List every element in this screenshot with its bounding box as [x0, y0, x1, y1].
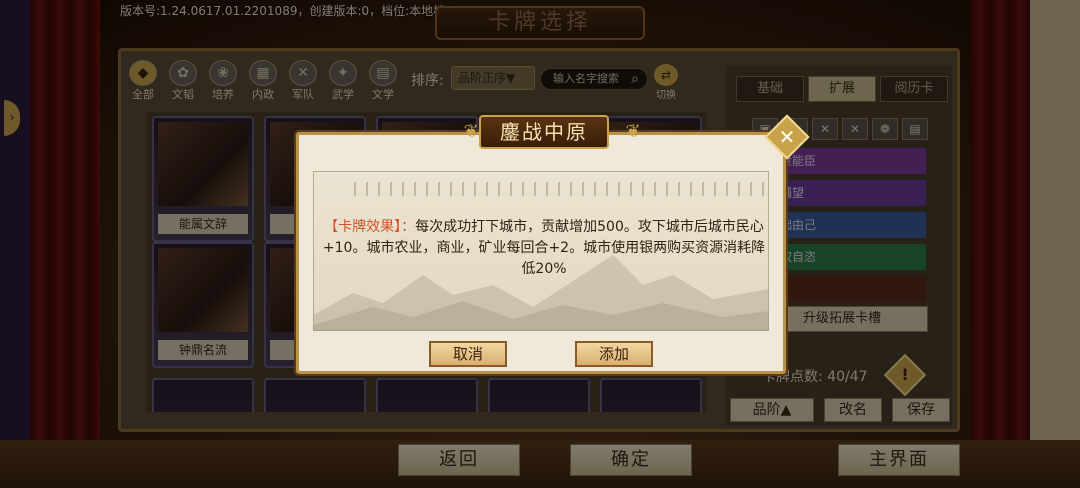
card-detail-modal: ❦ 鏖战中原 ❦ ✕ 【卡牌效果】：每次成功打下城市，贡献增加500。攻下城市后… [296, 114, 810, 374]
add-button[interactable]: 添加 [575, 341, 653, 367]
card-effect-description: 【卡牌效果】：每次成功打下城市，贡献增加500。攻下城市后城市民心+10。城市农… [321, 217, 767, 280]
card-effect-label: 【卡牌效果】： [324, 219, 416, 235]
modal-title: 鏖战中原 [479, 115, 609, 149]
fret-pattern [354, 182, 764, 196]
cancel-button[interactable]: 取消 [429, 341, 507, 367]
cloud-ornament-right-icon: ❦ [625, 121, 641, 142]
